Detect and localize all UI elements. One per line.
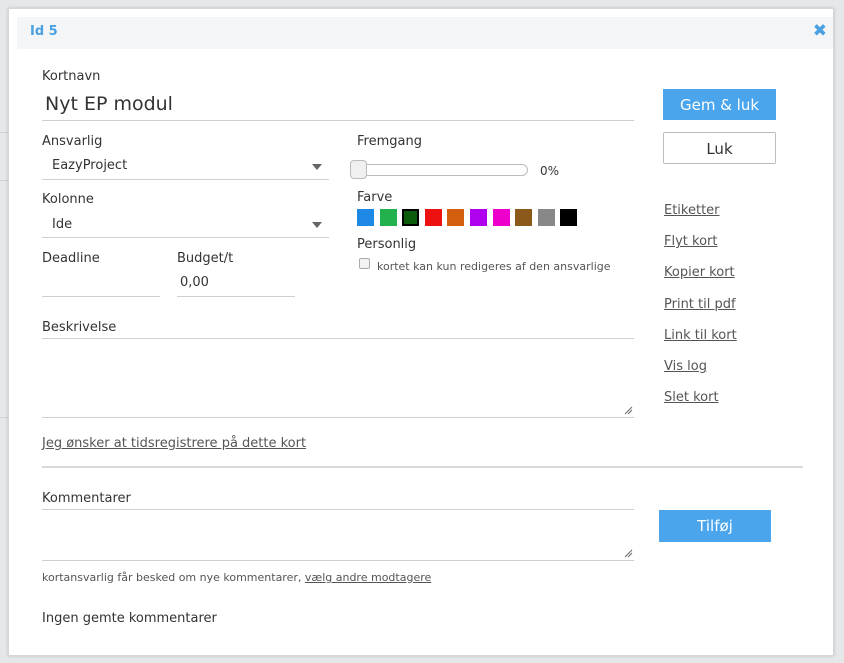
section-divider: [42, 466, 803, 468]
comments-label: Kommentarer: [42, 491, 131, 506]
chevron-down-icon: [312, 222, 322, 228]
side-link-slet-kort[interactable]: Slet kort: [664, 390, 719, 405]
color-swatch-4[interactable]: [424, 209, 442, 226]
column-label: Kolonne: [42, 192, 94, 207]
time-register-link[interactable]: Jeg ønsker at tidsregistrere på dette ko…: [42, 436, 306, 451]
description-label: Beskrivelse: [42, 320, 117, 335]
side-link-etiketter[interactable]: Etiketter: [664, 203, 720, 218]
deadline-underline: [42, 296, 160, 297]
comments-notice-text: kortansvarlig får besked om nye kommenta…: [42, 571, 302, 584]
personal-checkbox-text: kortet kan kun redigeres af den ansvarli…: [377, 260, 611, 273]
color-swatch-10[interactable]: [560, 209, 578, 226]
resize-grip-icon: [624, 406, 633, 415]
add-comment-button[interactable]: Tilføj: [659, 510, 771, 542]
choose-recipients-link[interactable]: vælg andre modtagere: [305, 571, 431, 584]
color-swatch-3[interactable]: [402, 209, 420, 226]
card-name-input[interactable]: Nyt EP modul: [45, 93, 173, 115]
resize-grip-icon: [624, 549, 633, 558]
progress-label: Fremgang: [357, 134, 422, 149]
save-close-button[interactable]: Gem & luk: [663, 89, 776, 120]
side-link-link-til-kort[interactable]: Link til kort: [664, 328, 737, 343]
responsible-label: Ansvarlig: [42, 134, 103, 149]
responsible-value: EazyProject: [52, 158, 128, 173]
backdrop-line: [0, 180, 8, 181]
deadline-label: Deadline: [42, 251, 100, 266]
comment-textarea[interactable]: [42, 510, 634, 561]
color-swatch-7[interactable]: [492, 209, 510, 226]
card-modal: Id 5 ✖ Kortnavn Nyt EP modul Ansvarlig E…: [8, 8, 834, 656]
color-swatch-9[interactable]: [537, 209, 555, 226]
personal-checkbox[interactable]: [359, 258, 370, 269]
modal-header: Id 5 ✖: [17, 17, 833, 49]
card-name-label: Kortnavn: [42, 69, 101, 84]
color-swatch-5[interactable]: [447, 209, 465, 226]
description-textarea[interactable]: [42, 339, 634, 418]
color-label: Farve: [357, 190, 393, 205]
color-swatch-8[interactable]: [515, 209, 533, 226]
budget-label: Budget/t: [177, 251, 234, 266]
progress-value: 0%: [540, 164, 560, 178]
close-icon[interactable]: ✖: [813, 21, 827, 41]
close-button[interactable]: Luk: [663, 132, 776, 164]
side-link-kopier-kort[interactable]: Kopier kort: [664, 265, 735, 280]
side-link-vis-log[interactable]: Vis log: [664, 359, 707, 374]
comments-notice: kortansvarlig får besked om nye kommenta…: [42, 571, 431, 584]
color-swatch-2[interactable]: [379, 209, 397, 226]
budget-underline: [177, 296, 295, 297]
backdrop-line: [0, 417, 8, 418]
column-value: Ide: [52, 217, 73, 232]
side-link-print-til-pdf[interactable]: Print til pdf: [664, 297, 736, 312]
budget-input[interactable]: 0,00: [180, 275, 209, 290]
card-name-underline: [42, 120, 634, 121]
progress-slider[interactable]: [350, 164, 528, 176]
chevron-down-icon: [312, 164, 322, 170]
backdrop-line: [0, 132, 8, 133]
personal-label: Personlig: [357, 237, 417, 252]
column-underline: [42, 237, 329, 238]
side-link-flyt-kort[interactable]: Flyt kort: [664, 234, 717, 249]
color-swatch-6[interactable]: [470, 209, 487, 226]
card-id-label: Id 5: [30, 24, 58, 39]
color-swatch-1[interactable]: [357, 209, 374, 226]
responsible-underline: [42, 179, 329, 180]
no-comments-text: Ingen gemte kommentarer: [42, 611, 217, 626]
progress-slider-handle[interactable]: [350, 160, 367, 179]
